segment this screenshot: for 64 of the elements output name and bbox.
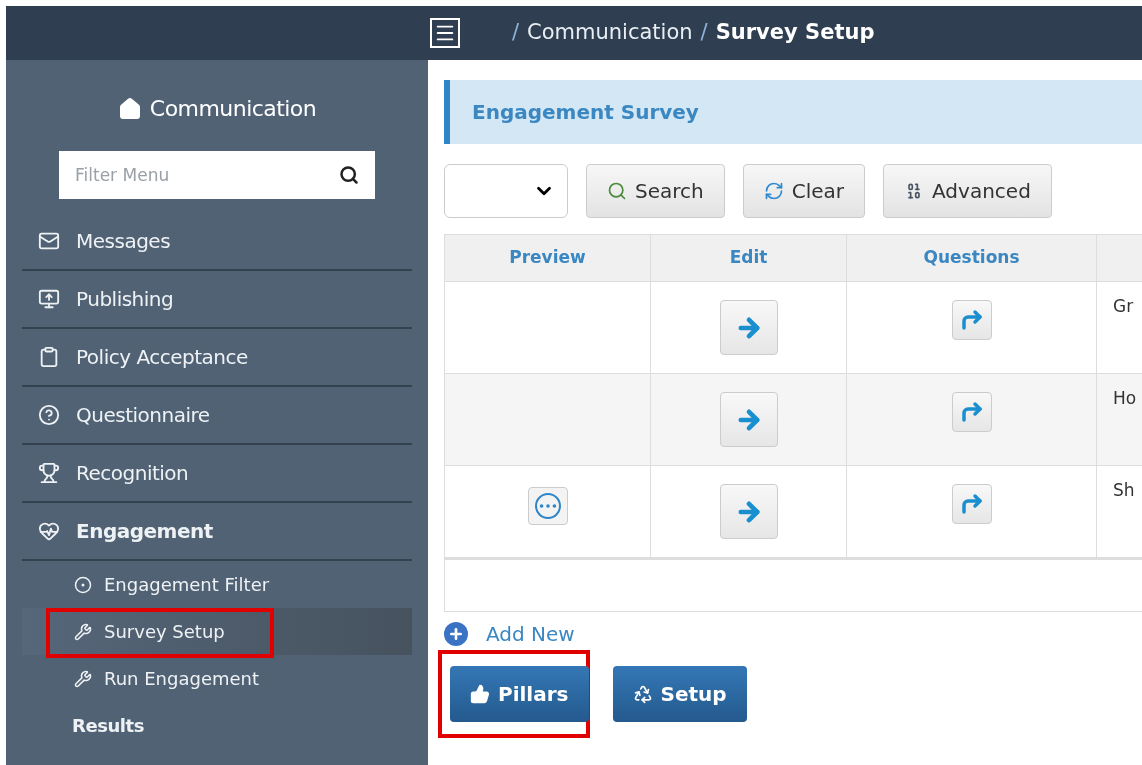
sidebar-item[interactable]: Recognition xyxy=(22,445,412,503)
magnifier-icon xyxy=(607,181,627,201)
item-label: Publishing xyxy=(76,286,174,313)
tools-icon xyxy=(74,622,92,641)
sidebar-subitem[interactable]: Survey Setup xyxy=(22,608,412,655)
sidebar-item[interactable]: Engagement xyxy=(22,503,412,561)
subitem-label: Results xyxy=(72,714,144,738)
table-cell: Ho xyxy=(1113,388,1137,408)
edit-button[interactable] xyxy=(719,300,778,355)
screen-upload-icon xyxy=(38,288,60,310)
subitem-label: Survey Setup xyxy=(104,620,225,644)
breadcrumb-item[interactable]: Communication xyxy=(527,17,693,49)
toolbar-button[interactable]: Advanced xyxy=(883,164,1052,218)
action-button[interactable]: Pillars xyxy=(450,666,589,722)
sidebar-item[interactable]: Policy Acceptance xyxy=(22,329,412,387)
search-icon xyxy=(339,165,359,185)
home-icon xyxy=(117,96,142,121)
target-icon xyxy=(74,575,92,594)
preview-button[interactable] xyxy=(527,486,568,525)
tools-icon xyxy=(74,669,92,688)
sidebar-item[interactable]: Messages xyxy=(22,213,412,271)
questions-button[interactable] xyxy=(951,300,992,340)
edit-button[interactable] xyxy=(719,484,778,539)
clipboard-icon xyxy=(38,346,60,368)
curved-arrow-icon xyxy=(959,308,984,332)
sidebar-subitem[interactable]: Results xyxy=(22,702,412,749)
sidebar-subitem[interactable]: Engagement Filter xyxy=(22,561,412,608)
curved-arrow-icon xyxy=(959,400,984,424)
breadcrumb-separator: / xyxy=(512,19,520,47)
heart-pulse-icon xyxy=(38,520,60,542)
sidebar-subitem[interactable]: Run Engagement xyxy=(22,655,412,702)
envelope-icon xyxy=(38,230,60,252)
toolbar-button[interactable]: Search xyxy=(586,164,725,218)
edit-button[interactable] xyxy=(719,392,778,447)
menu-button[interactable] xyxy=(430,18,460,48)
breadcrumb-separator: / xyxy=(700,19,708,47)
item-label: Messages xyxy=(76,228,171,255)
item-label: Recognition xyxy=(76,460,189,487)
sidebar-item[interactable]: Publishing xyxy=(22,271,412,329)
subitem-label: Run Engagement xyxy=(104,667,260,691)
recycle-icon xyxy=(632,684,653,704)
ellipsis-icon xyxy=(534,492,561,519)
question-icon xyxy=(38,404,60,426)
subitem-label: Engagement Filter xyxy=(104,573,270,597)
add-icon xyxy=(444,622,468,646)
table-cell: Gr xyxy=(1113,296,1134,316)
sidebar-title: Communication xyxy=(149,95,317,123)
thumbs-up-icon xyxy=(470,684,490,704)
breadcrumb-item[interactable]: Survey Setup xyxy=(715,17,875,49)
filter-field[interactable]: Filter Menu xyxy=(59,151,375,199)
item-label: Policy Acceptance xyxy=(76,344,248,371)
refresh-icon xyxy=(763,181,784,201)
add-new-link[interactable]: Add New xyxy=(486,619,575,649)
table-cell: Sh xyxy=(1113,480,1135,500)
item-label: Questionnaire xyxy=(76,402,210,429)
item-label: Engagement xyxy=(76,518,213,545)
questions-button[interactable] xyxy=(951,484,992,524)
sidebar-item[interactable]: Questionnaire xyxy=(22,387,412,445)
curved-arrow-icon xyxy=(959,492,984,516)
action-button[interactable]: Setup xyxy=(612,666,747,722)
trophy-icon xyxy=(38,462,60,484)
panel-title: Engagement Survey xyxy=(472,99,699,126)
questions-button[interactable] xyxy=(951,392,992,432)
toolbar-button[interactable]: Clear xyxy=(742,164,866,218)
